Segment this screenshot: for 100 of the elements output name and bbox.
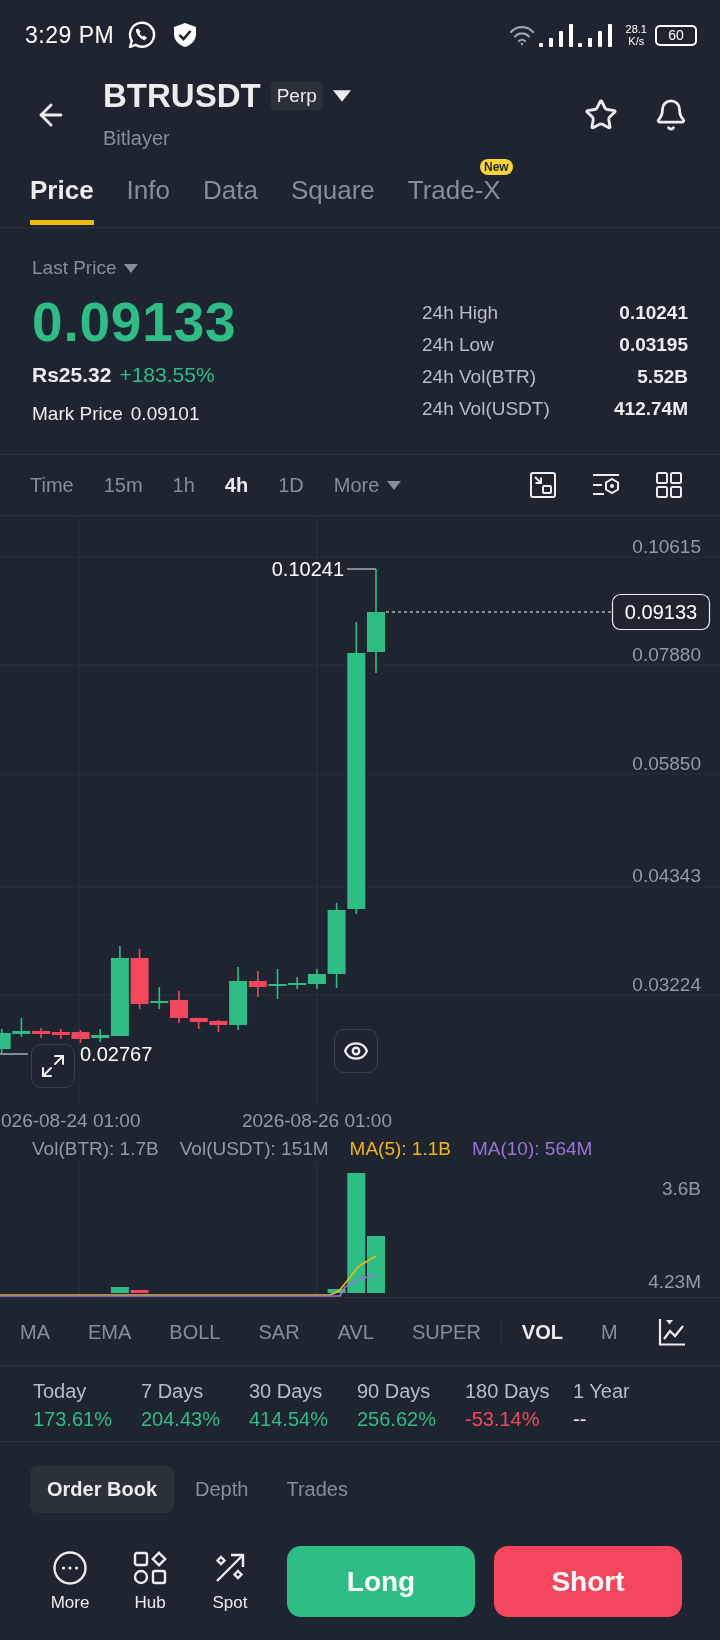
toolbar-button[interactable]: More bbox=[38, 1551, 102, 1613]
stat-label: 24h Vol(USDT) bbox=[422, 398, 550, 420]
symbol-title: BTRUSDT bbox=[103, 76, 261, 116]
indicator-tab[interactable]: EMA bbox=[88, 1318, 132, 1345]
indicator-tab[interactable]: SUPER bbox=[411, 1318, 481, 1345]
mark-price-value: 0.09101 bbox=[130, 402, 200, 426]
shapes-icon bbox=[133, 1551, 167, 1585]
volume-legend-item: Vol(BTR): 1.7B bbox=[32, 1137, 159, 1161]
more-dropdown[interactable]: More bbox=[333, 472, 402, 498]
caret-down-icon bbox=[124, 263, 139, 273]
stat-value: 412.74M bbox=[614, 398, 688, 420]
volume-axis-label: 3.6B bbox=[661, 1178, 701, 1199]
contract-badge: Perp bbox=[270, 82, 323, 110]
toolbar-button[interactable]: Spot bbox=[198, 1551, 262, 1613]
phone-bubble-icon bbox=[126, 20, 157, 50]
period-change: -- bbox=[573, 1407, 588, 1432]
grid-icon[interactable] bbox=[656, 472, 682, 498]
price-axis-label: 0.03224 bbox=[632, 974, 701, 995]
stat-label: 24h High bbox=[422, 302, 499, 324]
stat-value: 0.10241 bbox=[619, 302, 688, 324]
price-axis-label: 0.05850 bbox=[632, 753, 701, 774]
tab[interactable]: Info bbox=[126, 175, 170, 225]
price-axis-label: 0.07880 bbox=[632, 644, 701, 665]
tab[interactable]: Data bbox=[203, 175, 258, 225]
leader-line bbox=[346, 568, 377, 570]
price-change: +183.55% bbox=[119, 362, 215, 388]
period-label: 90 Days bbox=[357, 1379, 432, 1404]
last-price-tag: 0.09133 bbox=[611, 593, 711, 631]
new-badge: New bbox=[480, 159, 513, 175]
signal-icon bbox=[538, 23, 573, 47]
visibility-button[interactable] bbox=[334, 1029, 378, 1073]
price-axis-label: 0.04343 bbox=[632, 865, 701, 886]
caret-down-icon[interactable] bbox=[332, 90, 351, 102]
mark-price-label: Mark Price bbox=[32, 402, 123, 426]
stat-value: 0.03195 bbox=[619, 334, 688, 356]
tab[interactable]: Price bbox=[30, 175, 94, 225]
period-label: 30 Days bbox=[249, 1379, 324, 1404]
more-icon bbox=[53, 1551, 87, 1585]
interval-tab[interactable]: Time bbox=[30, 472, 74, 498]
expand-icon bbox=[41, 1054, 65, 1078]
period-label: 7 Days bbox=[141, 1379, 205, 1404]
interval-tab[interactable]: 15m bbox=[103, 472, 143, 498]
book-tab[interactable]: Depth bbox=[178, 1466, 266, 1513]
book-tab[interactable]: Order Book bbox=[30, 1466, 175, 1513]
battery-indicator: 60 bbox=[655, 24, 697, 46]
period-label: 180 Days bbox=[465, 1379, 551, 1404]
signal-icon bbox=[577, 23, 612, 47]
last-price: 0.09133 bbox=[32, 292, 237, 352]
trade-button[interactable]: Short bbox=[494, 1546, 682, 1617]
indicator-tab[interactable]: BOLL bbox=[169, 1318, 221, 1345]
low-price-label: 0.02767 bbox=[80, 1043, 153, 1065]
period-change: 256.62% bbox=[357, 1407, 437, 1432]
asset-name: Bitlayer bbox=[103, 126, 170, 151]
time-axis-label: 2026-08-26 01:00 bbox=[242, 1110, 392, 1131]
indicator-tab[interactable]: SAR bbox=[258, 1318, 300, 1345]
book-tab[interactable]: Trades bbox=[269, 1466, 365, 1513]
period-change: -53.14% bbox=[465, 1407, 541, 1432]
caret-down-icon bbox=[387, 480, 402, 490]
stat-label: 24h Vol(BTR) bbox=[422, 366, 537, 388]
candle bbox=[51, 1028, 70, 1040]
candle bbox=[71, 1029, 90, 1044]
volume-legend-item: MA(5): 1.1B bbox=[349, 1137, 451, 1161]
period-label: 1 Year bbox=[573, 1379, 631, 1404]
minimize-window-icon[interactable] bbox=[530, 472, 556, 498]
speed-unit: K/s bbox=[628, 35, 645, 47]
star-icon[interactable] bbox=[584, 98, 618, 132]
tab[interactable]: Trade-X bbox=[407, 175, 501, 225]
period-change: 414.54% bbox=[249, 1407, 329, 1432]
indicator-tab[interactable]: M bbox=[601, 1318, 618, 1345]
stat-value: 5.52B bbox=[637, 366, 688, 388]
expand-button[interactable] bbox=[31, 1044, 75, 1088]
line-chart-icon[interactable] bbox=[658, 1317, 686, 1346]
volume-legend-item: Vol(USDT): 151M bbox=[179, 1137, 329, 1161]
trade-button[interactable]: Long bbox=[287, 1546, 475, 1617]
toolbar-button[interactable]: Hub bbox=[118, 1551, 182, 1613]
network-speed: 28.1 bbox=[625, 23, 647, 35]
local-price: Rs25.32 bbox=[32, 362, 112, 388]
time-axis-label: 026-08-24 01:00 bbox=[1, 1110, 141, 1131]
period-label: Today bbox=[33, 1379, 88, 1404]
wifi-icon bbox=[508, 24, 535, 46]
interval-tab[interactable]: 1D bbox=[278, 472, 304, 498]
shield-check-icon bbox=[173, 22, 198, 48]
period-change: 204.43% bbox=[141, 1407, 221, 1432]
volume-legend-item: MA(10): 564M bbox=[471, 1137, 593, 1161]
bell-icon[interactable] bbox=[654, 98, 688, 132]
indicator-tab[interactable]: AVL bbox=[337, 1318, 374, 1345]
period-change: 173.61% bbox=[33, 1407, 113, 1432]
stat-label: 24h Low bbox=[422, 334, 494, 356]
indicator-tab[interactable]: MA bbox=[20, 1318, 50, 1345]
leader-line bbox=[0, 1053, 29, 1055]
volume-axis-label: 4.23M bbox=[648, 1271, 701, 1292]
price-axis-label: 0.10615 bbox=[632, 536, 701, 557]
high-price-label: 0.10241 bbox=[271, 558, 344, 580]
status-time: 3:29 PM bbox=[25, 21, 115, 49]
settings-icon[interactable] bbox=[592, 473, 620, 497]
price-type-dropdown[interactable]: Last Price bbox=[32, 256, 139, 280]
tab[interactable]: Square bbox=[290, 175, 375, 225]
indicator-tab[interactable]: VOL bbox=[521, 1318, 563, 1345]
interval-tab[interactable]: 4h bbox=[224, 472, 249, 498]
interval-tab[interactable]: 1h bbox=[172, 472, 195, 498]
